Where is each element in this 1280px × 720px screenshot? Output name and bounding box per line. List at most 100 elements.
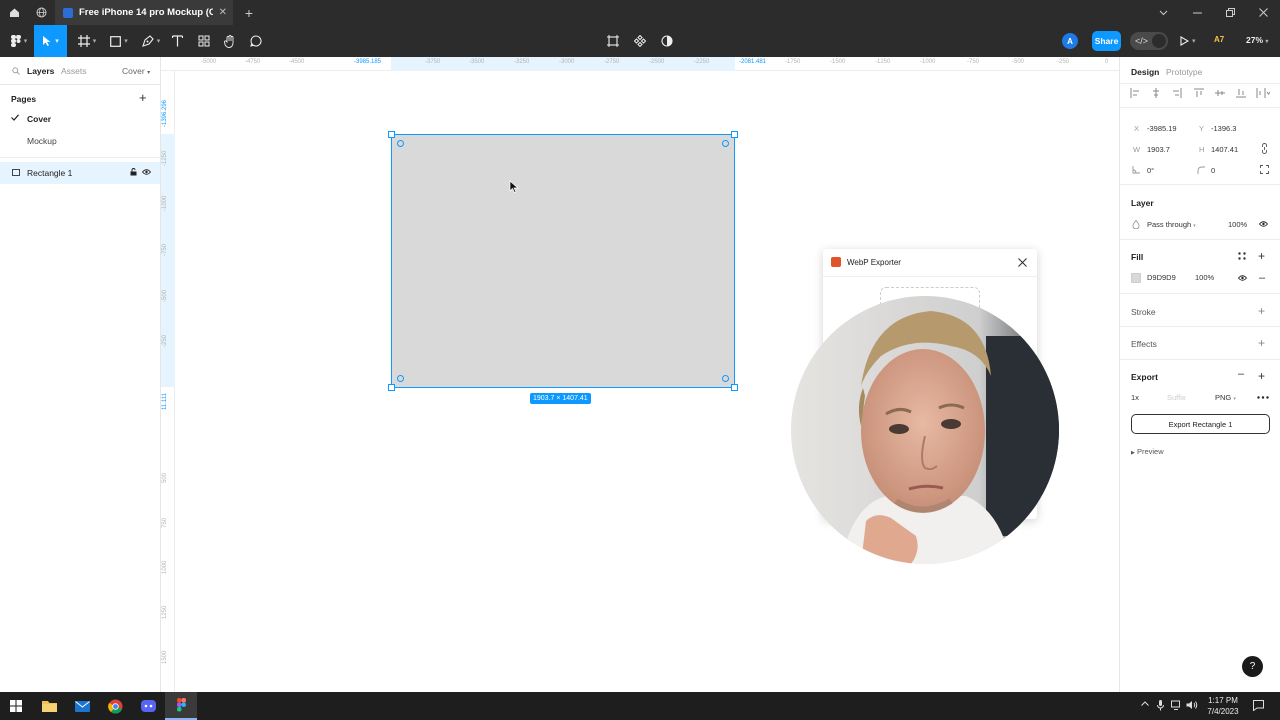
y-input[interactable]: -1396.3 bbox=[1211, 124, 1236, 133]
fill-opacity-input[interactable]: 100% bbox=[1195, 273, 1214, 282]
corner-radius-handle[interactable] bbox=[722, 375, 729, 382]
frame-tool-button[interactable]: ▾ bbox=[74, 25, 100, 57]
align-bottom-icon[interactable] bbox=[1236, 88, 1246, 98]
rotation-input[interactable]: 0° bbox=[1147, 166, 1154, 175]
text-tool-button[interactable] bbox=[168, 25, 186, 57]
ruler-tick: -750 bbox=[967, 59, 980, 65]
add-export-button[interactable]: + bbox=[1258, 369, 1265, 383]
volume-icon[interactable] bbox=[1186, 700, 1198, 710]
remove-fill-button[interactable]: – bbox=[1259, 272, 1265, 284]
distribute-icon[interactable] bbox=[1256, 88, 1270, 98]
fill-hex-input[interactable]: D9D9D9 bbox=[1147, 273, 1176, 282]
align-center-v-icon[interactable] bbox=[1215, 88, 1225, 98]
microphone-icon[interactable] bbox=[1157, 700, 1164, 711]
chevron-down-icon[interactable] bbox=[1146, 0, 1180, 25]
style-grid-icon[interactable] bbox=[1238, 252, 1246, 260]
ruler-vertical: -1396.296 -1250 -1000 -750 -500 -250 11.… bbox=[161, 71, 175, 692]
layer-item-rectangle-1[interactable]: Rectangle 1 bbox=[0, 162, 160, 184]
page-item-mockup[interactable]: Mockup bbox=[0, 131, 160, 151]
corner-radius-handle[interactable] bbox=[397, 140, 404, 147]
resize-handle-top-left[interactable] bbox=[388, 131, 395, 138]
mail-icon[interactable] bbox=[66, 692, 98, 720]
constrain-proportions-icon[interactable] bbox=[1261, 143, 1268, 154]
dev-mode-toggle[interactable]: </> bbox=[1130, 32, 1168, 50]
align-center-h-icon[interactable] bbox=[1151, 88, 1161, 98]
home-icon[interactable] bbox=[0, 0, 28, 25]
remove-export-button[interactable]: – bbox=[1238, 368, 1244, 380]
align-right-icon[interactable] bbox=[1172, 88, 1182, 98]
network-icon[interactable] bbox=[1171, 700, 1183, 710]
discord-icon[interactable] bbox=[132, 692, 164, 720]
crop-image-button[interactable] bbox=[604, 25, 622, 57]
notification-icon[interactable] bbox=[1253, 700, 1264, 711]
eye-icon[interactable] bbox=[1259, 221, 1268, 227]
eye-icon[interactable] bbox=[142, 169, 151, 175]
restore-button[interactable] bbox=[1213, 0, 1247, 25]
add-effect-button[interactable]: + bbox=[1258, 336, 1265, 350]
resize-handle-bottom-right[interactable] bbox=[731, 384, 738, 391]
move-tool-button[interactable]: ▾ bbox=[34, 25, 67, 57]
export-scale-select[interactable]: 1x bbox=[1131, 393, 1139, 402]
mask-button[interactable] bbox=[658, 25, 676, 57]
tab-active[interactable]: Free iPhone 14 pro Mockup (Communit ✕ bbox=[55, 0, 233, 25]
align-left-icon[interactable] bbox=[1130, 88, 1140, 98]
eye-icon[interactable] bbox=[1238, 275, 1247, 281]
layer-opacity-input[interactable]: 100% bbox=[1228, 220, 1247, 229]
tab-prototype[interactable]: Prototype bbox=[1166, 67, 1202, 77]
chevron-up-icon[interactable] bbox=[1141, 701, 1149, 706]
avatar[interactable]: A bbox=[1062, 33, 1078, 49]
pen-tool-button[interactable]: ▾ bbox=[138, 25, 164, 57]
present-button[interactable]: ▾ bbox=[1180, 25, 1196, 57]
new-tab-button[interactable]: + bbox=[235, 0, 263, 25]
align-top-icon[interactable] bbox=[1194, 88, 1204, 98]
close-icon[interactable] bbox=[1018, 258, 1027, 267]
export-button[interactable]: Export Rectangle 1 bbox=[1131, 414, 1270, 434]
tab-assets[interactable]: Assets bbox=[61, 66, 87, 76]
page-item-cover[interactable]: Cover bbox=[0, 109, 160, 129]
hand-tool-button[interactable] bbox=[221, 25, 239, 57]
export-format-select[interactable]: PNG ▾ bbox=[1215, 393, 1236, 402]
more-options-icon[interactable] bbox=[1257, 396, 1269, 399]
corner-radius-input[interactable]: 0 bbox=[1211, 166, 1215, 175]
close-window-button[interactable] bbox=[1246, 0, 1280, 25]
tab-design[interactable]: Design bbox=[1131, 67, 1159, 77]
globe-icon[interactable] bbox=[27, 0, 55, 25]
height-input[interactable]: 1407.41 bbox=[1211, 145, 1238, 154]
width-input[interactable]: 1903.7 bbox=[1147, 145, 1170, 154]
search-icon[interactable] bbox=[12, 67, 20, 75]
corner-radius-handle[interactable] bbox=[397, 375, 404, 382]
resources-button[interactable] bbox=[195, 25, 213, 57]
add-fill-button[interactable]: + bbox=[1258, 249, 1265, 263]
preview-toggle[interactable]: ▶ Preview bbox=[1131, 447, 1164, 456]
accessibility-badge[interactable]: A7 bbox=[1214, 35, 1224, 44]
add-page-button[interactable]: + bbox=[139, 90, 147, 105]
rectangle-1-selected[interactable] bbox=[388, 131, 738, 391]
comment-tool-button[interactable] bbox=[247, 25, 265, 57]
rectangle-icon bbox=[110, 35, 122, 47]
figma-taskbar-icon[interactable] bbox=[165, 692, 197, 720]
create-component-button[interactable] bbox=[631, 25, 649, 57]
file-explorer-icon[interactable] bbox=[33, 692, 65, 720]
fill-color-swatch[interactable] bbox=[1131, 273, 1141, 283]
resize-handle-bottom-left[interactable] bbox=[388, 384, 395, 391]
zoom-dropdown[interactable]: 27% ▾ bbox=[1246, 35, 1268, 45]
export-suffix-input[interactable]: Suffix bbox=[1167, 393, 1186, 402]
unlock-icon[interactable] bbox=[130, 168, 137, 176]
tab-layers[interactable]: Layers bbox=[27, 66, 54, 76]
help-button[interactable]: ? bbox=[1242, 656, 1263, 677]
shape-tool-button[interactable]: ▾ bbox=[106, 25, 132, 57]
add-stroke-button[interactable]: + bbox=[1258, 304, 1265, 318]
chrome-icon[interactable] bbox=[99, 692, 131, 720]
corner-radius-handle[interactable] bbox=[722, 140, 729, 147]
close-tab-icon[interactable]: ✕ bbox=[219, 7, 227, 18]
blend-mode-select[interactable]: Pass through ▾ bbox=[1147, 220, 1196, 229]
page-selector[interactable]: Cover ▾ bbox=[122, 66, 150, 76]
share-button[interactable]: Share bbox=[1092, 31, 1121, 51]
resize-handle-top-right[interactable] bbox=[731, 131, 738, 138]
main-menu-button[interactable]: ▾ bbox=[6, 25, 32, 57]
independent-corners-icon[interactable] bbox=[1260, 165, 1269, 174]
windows-start-icon[interactable] bbox=[0, 692, 32, 720]
system-clock[interactable]: 1:17 PM 7/4/2023 bbox=[1204, 695, 1242, 717]
minimize-button[interactable] bbox=[1180, 0, 1214, 25]
x-input[interactable]: -3985.19 bbox=[1147, 124, 1177, 133]
